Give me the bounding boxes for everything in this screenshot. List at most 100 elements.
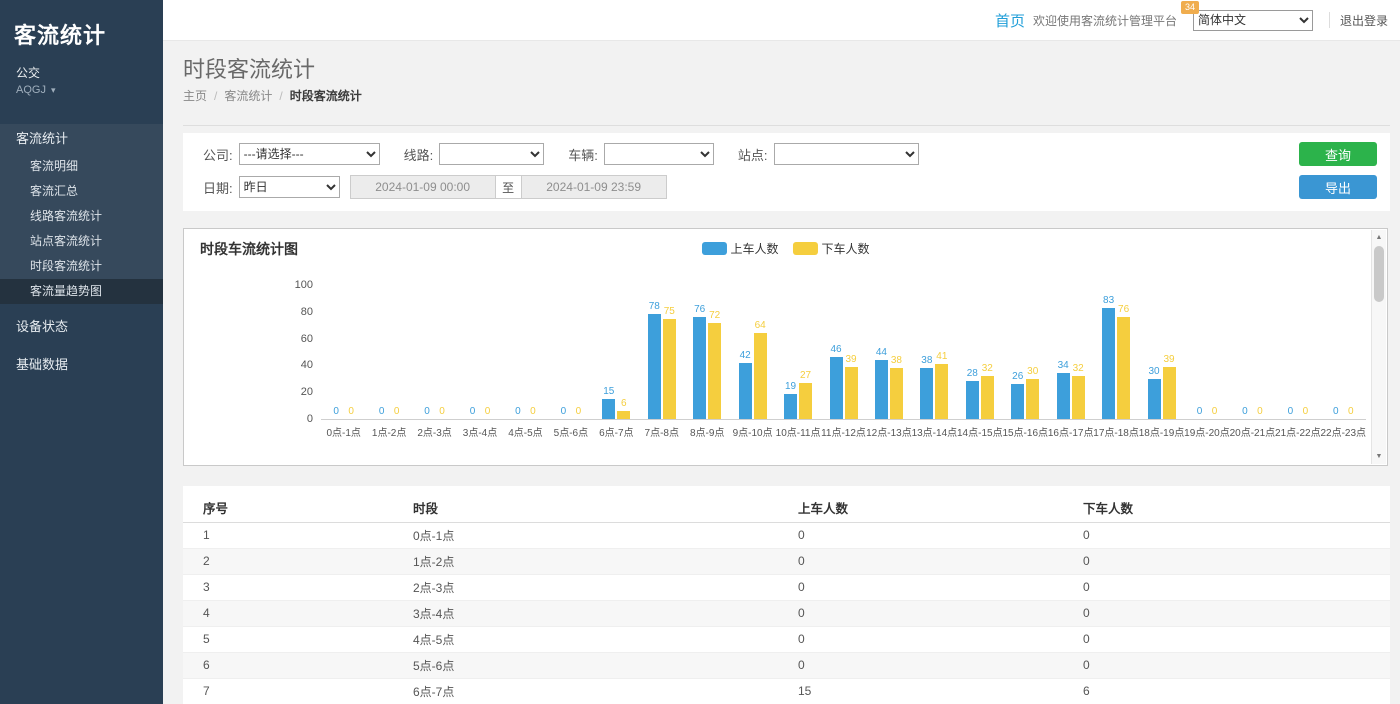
boarding-bar bbox=[784, 394, 797, 419]
station-select[interactable] bbox=[774, 143, 919, 165]
scroll-up-icon[interactable]: ▲ bbox=[1372, 234, 1386, 241]
bar-value-label: 0 bbox=[384, 406, 410, 417]
x-axis-category-label: 22点-23点 bbox=[1312, 424, 1374, 439]
chart-scrollbar[interactable]: ▲ ▼ bbox=[1371, 230, 1386, 464]
alighting-bar bbox=[799, 383, 812, 419]
table-row: 54点-5点00 bbox=[183, 626, 1390, 652]
app-title: 客流统计 bbox=[0, 0, 163, 50]
breadcrumb-item[interactable]: 主页 bbox=[183, 89, 207, 103]
home-link[interactable]: 首页 bbox=[995, 10, 1025, 31]
sidebar-item-0-3[interactable]: 站点客流统计 bbox=[0, 229, 163, 254]
alighting-bar bbox=[981, 376, 994, 419]
bar-value-label: 39 bbox=[838, 354, 864, 365]
boarding-bar bbox=[1011, 384, 1024, 419]
boarding-bar bbox=[920, 368, 933, 419]
table-cell: 0 bbox=[798, 652, 1083, 678]
table-cell: 0 bbox=[798, 626, 1083, 652]
company-select[interactable]: ---请选择--- bbox=[239, 143, 380, 165]
bar-value-label: 0 bbox=[338, 406, 364, 417]
bar-value-label: 0 bbox=[1201, 406, 1227, 417]
boarding-bar bbox=[1102, 308, 1115, 419]
table-cell: 5 bbox=[183, 626, 413, 652]
vehicle-select[interactable] bbox=[604, 143, 714, 165]
language-select[interactable]: 简体中文 bbox=[1193, 10, 1313, 31]
table-cell: 0 bbox=[1083, 548, 1390, 574]
page-title: 时段客流统计 bbox=[183, 52, 315, 84]
bar-value-label: 32 bbox=[974, 363, 1000, 374]
alighting-bar bbox=[754, 333, 767, 419]
bar-value-label: 76 bbox=[1111, 304, 1137, 315]
sidebar-item-0-5[interactable]: 客流量趋势图 bbox=[0, 279, 163, 304]
table-cell: 15 bbox=[798, 678, 1083, 704]
language-select-wrap: 34 简体中文 bbox=[1193, 10, 1313, 31]
bar-value-label: 0 bbox=[520, 406, 546, 417]
bar-value-label: 75 bbox=[656, 306, 682, 317]
scroll-down-icon[interactable]: ▼ bbox=[1372, 453, 1386, 460]
vehicle-label: 车辆: bbox=[568, 145, 598, 164]
table-row: 76点-7点156 bbox=[183, 678, 1390, 704]
header-divider bbox=[1329, 12, 1330, 28]
bar-value-label: 0 bbox=[1338, 406, 1364, 417]
sidebar-section-header-1[interactable]: 设备状态 bbox=[0, 312, 163, 342]
sidebar-section-header-2[interactable]: 基础数据 bbox=[0, 350, 163, 380]
bar-value-label: 30 bbox=[1020, 366, 1046, 377]
logout-link[interactable]: 退出登录 bbox=[1340, 12, 1388, 29]
table-cell: 3 bbox=[183, 574, 413, 600]
bar-value-label: 0 bbox=[429, 406, 455, 417]
breadcrumb-item[interactable]: 客流统计 bbox=[224, 89, 272, 103]
bar-value-label: 0 bbox=[1247, 406, 1273, 417]
breadcrumb-item: 时段客流统计 bbox=[290, 89, 362, 103]
boarding-bar bbox=[830, 357, 843, 419]
alighting-bar bbox=[1026, 379, 1039, 419]
period-stats-table: 序号时段上车人数下车人数 10点-1点0021点-2点0032点-3点0043点… bbox=[183, 494, 1390, 704]
alighting-bar bbox=[890, 368, 903, 419]
x-axis-line bbox=[321, 419, 1366, 420]
table-row: 21点-2点00 bbox=[183, 548, 1390, 574]
notification-badge: 34 bbox=[1181, 1, 1199, 14]
station-label: 站点: bbox=[738, 145, 768, 164]
table-cell: 0 bbox=[1083, 626, 1390, 652]
sidebar-item-0-4[interactable]: 时段客流统计 bbox=[0, 254, 163, 279]
alighting-bar bbox=[1072, 376, 1085, 419]
table-cell: 0 bbox=[798, 574, 1083, 600]
filter-panel: 公司: ---请选择--- 线路: 车辆: 站点: 日期: 昨日 至 查询 导出 bbox=[183, 133, 1390, 211]
y-axis-tick-label: 40 bbox=[279, 359, 313, 371]
table-cell: 0 bbox=[798, 600, 1083, 626]
line-label: 线路: bbox=[404, 145, 434, 164]
sidebar-item-0-2[interactable]: 线路客流统计 bbox=[0, 204, 163, 229]
y-axis-tick-label: 0 bbox=[279, 413, 313, 425]
table-cell: 2 bbox=[183, 548, 413, 574]
user-dropdown[interactable]: AQGJ ▾ bbox=[0, 81, 163, 96]
sidebar-section-0: 客流统计客流明细客流汇总线路客流统计站点客流统计时段客流统计客流量趋势图 bbox=[0, 124, 163, 304]
table-cell: 0 bbox=[1083, 600, 1390, 626]
filter-row-1: 公司: ---请选择--- 线路: 车辆: 站点: bbox=[203, 142, 919, 166]
filter-row-2: 日期: 昨日 至 bbox=[203, 175, 667, 199]
sidebar-item-0-1[interactable]: 客流汇总 bbox=[0, 179, 163, 204]
table-cell: 7 bbox=[183, 678, 413, 704]
bar-value-label: 0 bbox=[475, 406, 501, 417]
bar-value-label: 0 bbox=[565, 406, 591, 417]
table-cell: 0 bbox=[1083, 574, 1390, 600]
breadcrumb-separator: / bbox=[214, 89, 217, 103]
date-from-input[interactable] bbox=[350, 175, 496, 199]
query-button[interactable]: 查询 bbox=[1299, 142, 1377, 166]
line-select[interactable] bbox=[439, 143, 544, 165]
bar-value-label: 38 bbox=[883, 355, 909, 366]
table-cell: 0 bbox=[798, 548, 1083, 574]
y-axis-tick-label: 20 bbox=[279, 386, 313, 398]
sidebar-section-header-0[interactable]: 客流统计 bbox=[0, 124, 163, 154]
boarding-bar bbox=[966, 381, 979, 419]
export-button[interactable]: 导出 bbox=[1299, 175, 1377, 199]
scrollbar-thumb[interactable] bbox=[1374, 246, 1384, 302]
company-label: 公司: bbox=[203, 145, 233, 164]
welcome-text: 欢迎使用客流统计管理平台 bbox=[1033, 12, 1177, 29]
sidebar-item-0-0[interactable]: 客流明细 bbox=[0, 154, 163, 179]
table-panel: 序号时段上车人数下车人数 10点-1点0021点-2点0032点-3点0043点… bbox=[183, 486, 1390, 704]
table-cell: 0 bbox=[798, 522, 1083, 548]
date-to-input[interactable] bbox=[521, 175, 667, 199]
boarding-bar bbox=[1148, 379, 1161, 419]
date-preset-select[interactable]: 昨日 bbox=[239, 176, 340, 198]
sidebar-section-2: 基础数据 bbox=[0, 350, 163, 380]
breadcrumb-separator: / bbox=[279, 89, 282, 103]
table-header-row: 序号时段上车人数下车人数 bbox=[183, 494, 1390, 522]
